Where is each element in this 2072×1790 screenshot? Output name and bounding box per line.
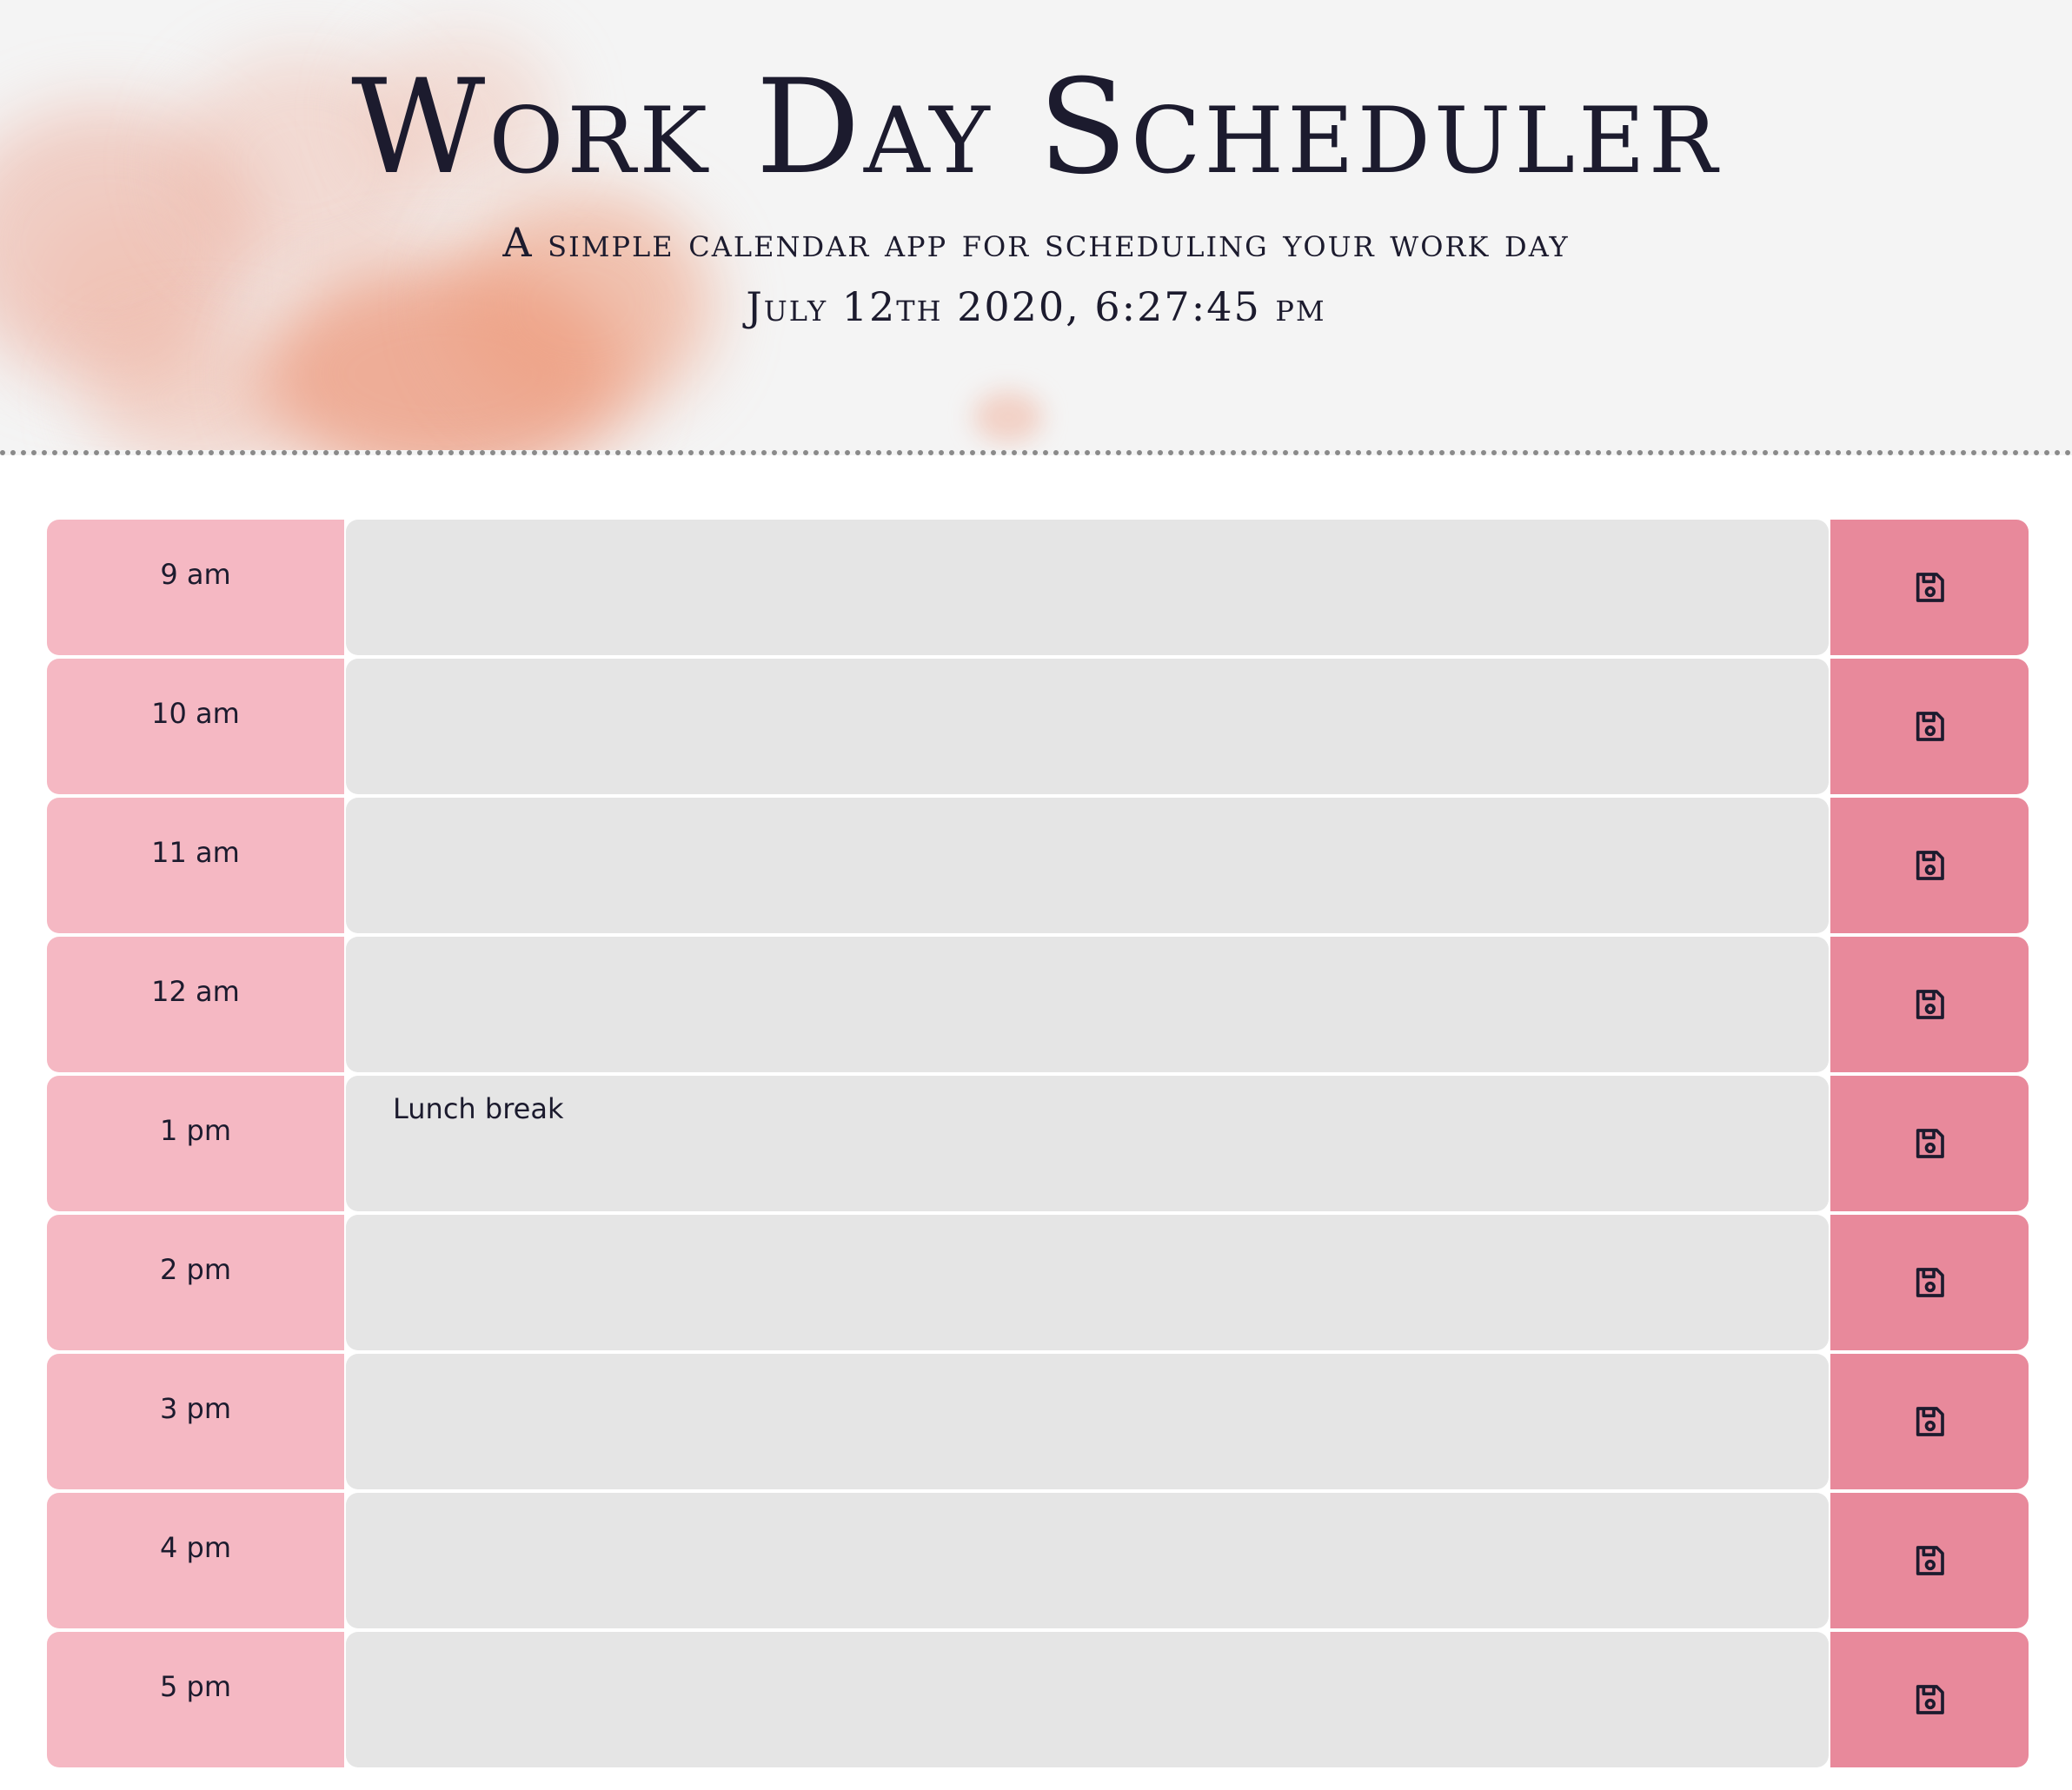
time-block-12am: 12 am [47, 937, 2029, 1072]
floppy-disk-icon [1916, 1268, 1944, 1297]
event-description-input[interactable] [346, 1632, 1829, 1767]
time-block-4pm: 4 pm [47, 1493, 2029, 1628]
save-button[interactable] [1830, 1215, 2029, 1350]
floppy-disk-icon [1916, 1546, 1944, 1575]
current-datetime: July 12th 2020, 6:27:45 pm [746, 283, 1326, 330]
floppy-disk-icon [1916, 990, 1944, 1019]
event-description-input[interactable] [346, 1215, 1829, 1350]
hour-label: 2 pm [47, 1215, 344, 1350]
hour-label: 3 pm [47, 1354, 344, 1489]
event-description-input[interactable] [346, 937, 1829, 1072]
save-button[interactable] [1830, 659, 2029, 794]
time-block-3pm: 3 pm [47, 1354, 2029, 1489]
event-description-input[interactable] [346, 520, 1829, 655]
hour-label: 12 am [47, 937, 344, 1072]
header-text-group: Work Day Scheduler A simple calendar app… [0, 0, 2072, 327]
event-description-input[interactable]: Lunch break [346, 1076, 1829, 1211]
floppy-disk-icon [1916, 712, 1944, 741]
hour-label: 4 pm [47, 1493, 344, 1628]
event-description-input[interactable] [346, 1493, 1829, 1628]
page-title: Work Day Scheduler [351, 52, 1721, 203]
hour-label: 9 am [47, 520, 344, 655]
save-button[interactable] [1830, 1493, 2029, 1628]
hour-label: 1 pm [47, 1076, 344, 1211]
floppy-disk-icon [1916, 1129, 1944, 1158]
save-button[interactable] [1830, 520, 2029, 655]
event-description-input[interactable] [346, 798, 1829, 933]
save-button[interactable] [1830, 1632, 2029, 1767]
time-block-1pm: 1 pm Lunch break [47, 1076, 2029, 1211]
time-block-11am: 11 am [47, 798, 2029, 933]
floppy-disk-icon [1916, 573, 1944, 602]
save-button[interactable] [1830, 798, 2029, 933]
floppy-disk-icon [1916, 1407, 1944, 1436]
save-button[interactable] [1830, 1076, 2029, 1211]
watercolor-decoration [973, 391, 1043, 443]
save-button[interactable] [1830, 937, 2029, 1072]
time-block-10am: 10 am [47, 659, 2029, 794]
time-block-5pm: 5 pm [47, 1632, 2029, 1767]
time-block-9am: 9 am [47, 520, 2029, 655]
hour-label: 11 am [47, 798, 344, 933]
jumbotron-header: Work Day Scheduler A simple calendar app… [0, 0, 2072, 455]
floppy-disk-icon [1916, 1685, 1944, 1714]
hour-label: 5 pm [47, 1632, 344, 1767]
event-description-input[interactable] [346, 659, 1829, 794]
save-button[interactable] [1830, 1354, 2029, 1489]
page-subtitle: A simple calendar app for scheduling you… [502, 219, 1570, 266]
time-block-2pm: 2 pm [47, 1215, 2029, 1350]
hour-label: 10 am [47, 659, 344, 794]
scheduler-container: 9 am 10 am 11 am 12 am 1 pm Lunch break [47, 520, 2029, 1771]
event-description-input[interactable] [346, 1354, 1829, 1489]
floppy-disk-icon [1916, 851, 1944, 880]
